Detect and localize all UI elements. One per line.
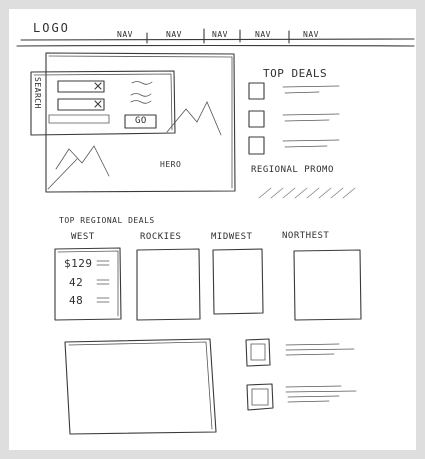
top-deal-lines-2: [282, 113, 340, 122]
search-check-2: [94, 100, 102, 108]
midwest-column-box: [212, 248, 264, 315]
top-deals-title: TOP DEALS: [263, 67, 328, 80]
sketch-paper: LOGO NAV NAV NAV NAV NAV SEARCH GO HERO …: [0, 0, 425, 459]
west-price-lines-3: [96, 297, 110, 303]
nav-item-1[interactable]: NAV: [117, 30, 133, 39]
bottom-feature-box: [64, 338, 217, 435]
hero-image-slash: [47, 158, 78, 190]
search-text-squiggle-3: [130, 100, 152, 104]
top-deal-thumb-3: [248, 136, 265, 155]
west-price-lines-2: [96, 279, 110, 285]
bottom-thumb-1: [245, 338, 271, 367]
top-deal-lines-1: [282, 85, 340, 94]
top-deal-thumb-1: [248, 82, 265, 100]
search-select: [48, 114, 110, 124]
bottom-thumb-2-inner: [251, 388, 269, 406]
hero-image-mountains-2: [55, 145, 110, 177]
west-price-3: 48: [69, 294, 84, 307]
header-line-top: [20, 38, 415, 41]
go-button[interactable]: GO: [135, 116, 147, 126]
search-label: SEARCH: [33, 77, 42, 109]
search-text-squiggle-2: [130, 93, 152, 97]
search-check-1: [94, 82, 102, 90]
nav-item-3[interactable]: NAV: [212, 30, 228, 39]
hero-label: HERO: [160, 160, 182, 169]
column-midwest[interactable]: MIDWEST: [211, 232, 252, 242]
header-line-bottom: [16, 44, 415, 47]
west-price-lines-1: [96, 260, 110, 266]
search-text-squiggle-1: [131, 81, 153, 85]
nav-item-5[interactable]: NAV: [303, 30, 319, 39]
bottom-item-lines-1: [285, 343, 355, 356]
nav-item-4[interactable]: NAV: [255, 30, 271, 39]
column-west[interactable]: WEST: [71, 232, 95, 242]
promo-hatching: [258, 187, 356, 199]
nav-item-2[interactable]: NAV: [166, 30, 182, 39]
bottom-feature-double: [68, 341, 213, 430]
logo[interactable]: LOGO: [33, 21, 70, 35]
top-deal-thumb-2: [248, 110, 265, 128]
west-price-2: 42: [69, 276, 84, 289]
column-rockies[interactable]: ROCKIES: [140, 232, 181, 242]
bottom-thumb-2: [246, 383, 274, 411]
regional-promo-label[interactable]: REGIONAL PROMO: [251, 165, 334, 175]
west-price-1: $129: [64, 257, 93, 270]
regional-deals-title: TOP REGIONAL DEALS: [59, 216, 155, 225]
northest-column-box: [293, 249, 362, 321]
column-northest[interactable]: NORTHEST: [282, 231, 329, 241]
bottom-thumb-1-inner: [250, 343, 266, 361]
top-deal-lines-3: [282, 139, 340, 148]
wireframe-sketch: [16, 28, 415, 435]
bottom-item-lines-2: [285, 385, 357, 403]
rockies-column-box: [136, 248, 201, 321]
